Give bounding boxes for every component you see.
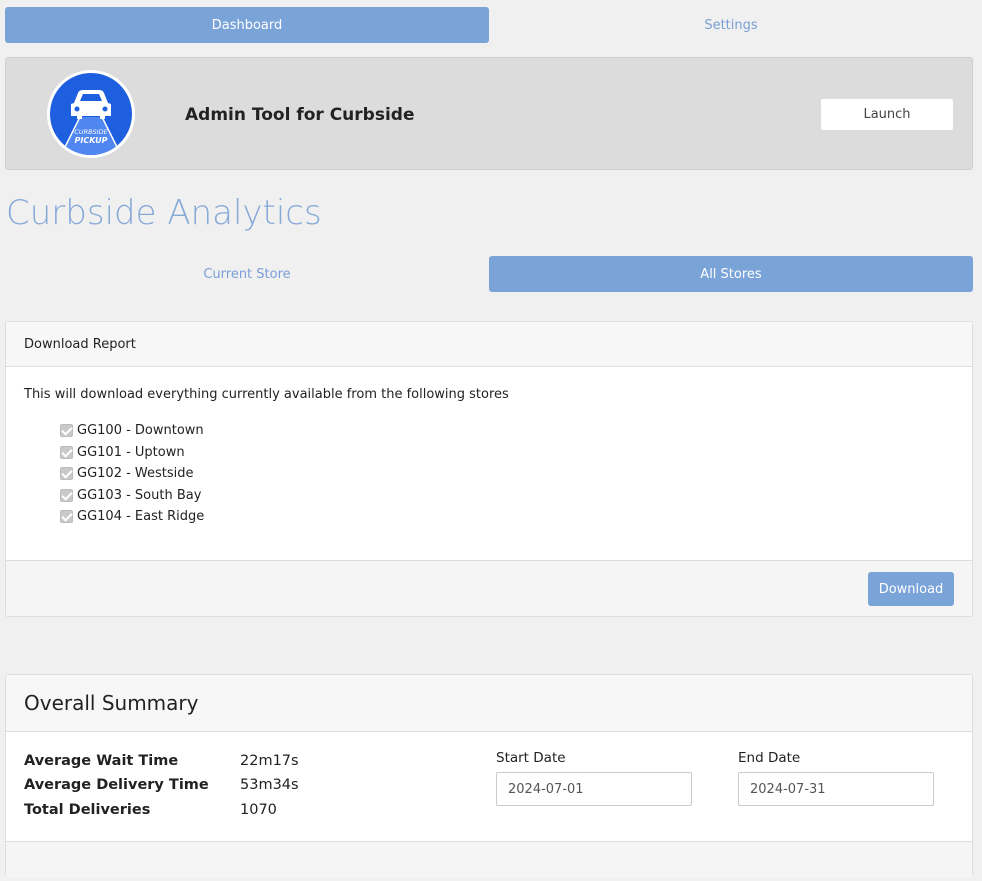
app-title: Admin Tool for Curbside xyxy=(185,105,415,125)
overall-summary-footer xyxy=(6,841,972,878)
store-item: GG104 - East Ridge xyxy=(60,506,954,528)
tab-current-store[interactable]: Current Store xyxy=(5,256,489,292)
store-list: GG100 - Downtown GG101 - Uptown GG102 - … xyxy=(24,420,954,528)
stat-label: Total Deliveries xyxy=(24,802,151,818)
download-button[interactable]: Download xyxy=(868,572,954,606)
download-report-footer: Download xyxy=(6,560,972,616)
top-nav: Dashboard Settings xyxy=(5,7,973,43)
download-report-card: Download Report This will download every… xyxy=(5,321,973,617)
tab-dashboard[interactable]: Dashboard xyxy=(5,7,489,43)
car-icon: CURBSIDE PICKUP xyxy=(50,73,132,155)
store-item: GG102 - Westside xyxy=(60,463,954,485)
tab-all-stores[interactable]: All Stores xyxy=(489,256,973,292)
download-report-description: This will download everything currently … xyxy=(24,387,509,402)
store-scope-nav: Current Store All Stores xyxy=(5,256,973,292)
stat-value: 53m34s xyxy=(240,777,299,793)
start-date-label: Start Date xyxy=(496,750,566,766)
end-date-input[interactable]: 2024-07-31 xyxy=(738,772,934,806)
stat-label: Average Wait Time xyxy=(24,753,179,769)
store-label: GG102 - Westside xyxy=(77,466,194,482)
start-date-input[interactable]: 2024-07-01 xyxy=(496,772,692,806)
store-checkbox[interactable] xyxy=(60,467,73,481)
store-label: GG104 - East Ridge xyxy=(77,509,205,525)
overall-summary-body: Average Wait Time 22m17s Average Deliver… xyxy=(6,732,972,841)
end-date-label: End Date xyxy=(738,750,801,766)
stat-value: 1070 xyxy=(240,802,277,818)
overall-summary-card: Overall Summary Average Wait Time 22m17s… xyxy=(5,674,973,878)
app-header-card: CURBSIDE PICKUP Admin Tool for Curbside … xyxy=(5,57,973,170)
store-item: GG100 - Downtown xyxy=(60,420,954,442)
end-date-group: End Date 2024-07-31 xyxy=(738,750,934,806)
curbside-pickup-logo: CURBSIDE PICKUP xyxy=(47,70,135,158)
page-title: Curbside Analytics xyxy=(6,193,322,233)
store-checkbox[interactable] xyxy=(60,510,73,524)
logo-text-curbside: CURBSIDE xyxy=(74,128,108,136)
store-label: GG101 - Uptown xyxy=(77,444,185,460)
store-checkbox[interactable] xyxy=(60,445,73,459)
logo-text-pickup: PICKUP xyxy=(74,136,108,145)
store-item: GG101 - Uptown xyxy=(60,442,954,464)
overall-summary-heading: Overall Summary xyxy=(6,675,972,732)
store-item: GG103 - South Bay xyxy=(60,485,954,507)
download-report-body: This will download everything currently … xyxy=(6,367,972,560)
store-checkbox[interactable] xyxy=(60,424,73,438)
download-report-heading: Download Report xyxy=(6,322,972,367)
launch-button[interactable]: Launch xyxy=(820,98,954,131)
store-checkbox[interactable] xyxy=(60,488,73,502)
tab-settings[interactable]: Settings xyxy=(489,7,973,43)
store-label: GG100 - Downtown xyxy=(77,423,204,439)
store-label: GG103 - South Bay xyxy=(77,487,202,503)
start-date-group: Start Date 2024-07-01 xyxy=(496,750,692,806)
stat-value: 22m17s xyxy=(240,753,299,769)
stat-label: Average Delivery Time xyxy=(24,777,209,793)
